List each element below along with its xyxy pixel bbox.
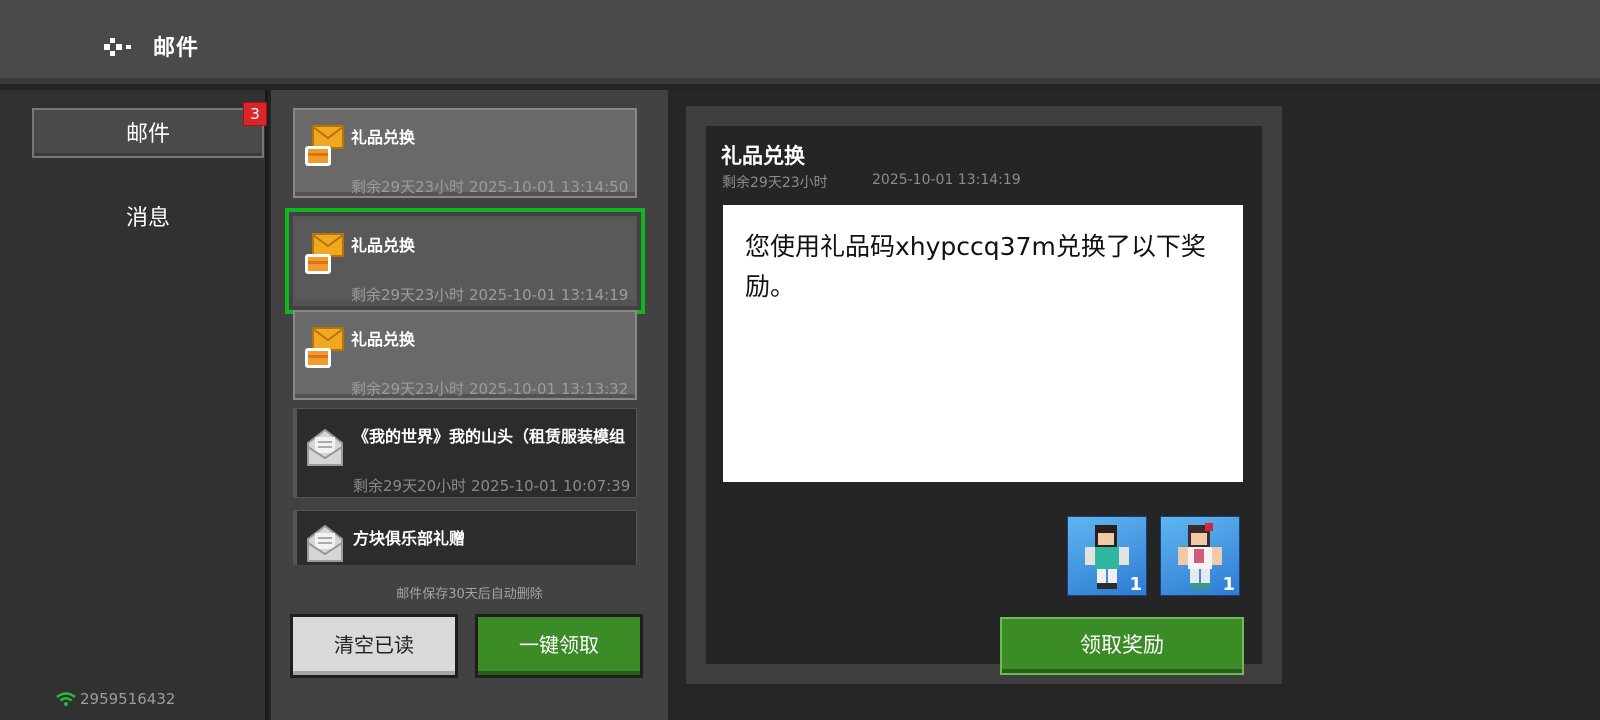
- back-arrow-icon[interactable]: [104, 36, 136, 58]
- skin-reward-2[interactable]: 1: [1160, 516, 1240, 596]
- sidebar-item-mail[interactable]: 邮件 3: [32, 102, 267, 158]
- skin-reward-1[interactable]: 1: [1067, 516, 1147, 596]
- mail-title: 礼品兑换: [351, 330, 416, 349]
- open-envelope-icon: [307, 524, 343, 562]
- open-envelope-icon: [307, 428, 343, 466]
- mail-title: 礼品兑换: [351, 236, 416, 255]
- list-item[interactable]: 礼品兑换 剩余29天23小时 2025-10-01 13:13:32: [293, 310, 637, 400]
- sidebar: 邮件 3 消息 2959516432: [0, 90, 268, 720]
- claim-all-button[interactable]: 一键领取: [475, 614, 643, 678]
- gift-mail-icon: [305, 233, 344, 274]
- detail-body: 您使用礼品码xhypccq37m兑换了以下奖励。: [723, 205, 1243, 482]
- mail-title: 方块俱乐部礼赠: [353, 529, 466, 548]
- detail-remaining: 剩余29天23小时: [722, 175, 828, 191]
- detail-title: 礼品兑换: [721, 144, 805, 168]
- claim-reward-button[interactable]: 领取奖励: [1000, 617, 1244, 675]
- reward-count: 1: [1129, 574, 1142, 595]
- unread-badge: 3: [243, 102, 267, 126]
- user-id: 2959516432: [56, 690, 175, 708]
- mail-title: 《我的世界》我的山头（租赁服装模组: [353, 427, 626, 446]
- user-id-text: 2959516432: [80, 690, 176, 708]
- reward-count: 1: [1222, 574, 1235, 595]
- mail-time: 剩余29天23小时 2025-10-01 13:14:19: [351, 286, 629, 304]
- top-bar: 邮件: [0, 0, 1600, 84]
- detail-date: 2025-10-01 13:14:19: [872, 172, 1021, 188]
- list-item[interactable]: 《我的世界》我的山头（租赁服装模组 剩余29天20小时 2025-10-01 1…: [293, 408, 637, 498]
- sidebar-item-label: 邮件: [125, 122, 170, 147]
- mail-title: 礼品兑换: [351, 128, 416, 147]
- mail-time: 剩余29天23小时 2025-10-01 13:13:32: [351, 380, 629, 398]
- list-item[interactable]: 礼品兑换 剩余29天23小时 2025-10-01 13:14:19: [285, 208, 645, 314]
- clear-read-button[interactable]: 清空已读: [290, 614, 458, 678]
- sidebar-item-messages[interactable]: 消息: [32, 194, 264, 244]
- gift-mail-icon: [305, 327, 344, 368]
- page-title: 邮件: [153, 36, 200, 61]
- sidebar-item-label: 消息: [125, 206, 170, 231]
- list-item[interactable]: 方块俱乐部礼赠: [293, 510, 637, 565]
- mail-list: 礼品兑换 剩余29天23小时 2025-10-01 13:14:50 礼品兑换 …: [271, 90, 668, 720]
- list-item[interactable]: 礼品兑换 剩余29天23小时 2025-10-01 13:14:50: [293, 108, 637, 198]
- auto-delete-note: 邮件保存30天后自动删除: [396, 587, 543, 602]
- mail-time: 剩余29天23小时 2025-10-01 13:14:50: [351, 178, 629, 196]
- mail-time: 剩余29天20小时 2025-10-01 10:07:39: [353, 477, 631, 495]
- gift-mail-icon: [305, 125, 344, 166]
- wifi-icon: [56, 692, 76, 706]
